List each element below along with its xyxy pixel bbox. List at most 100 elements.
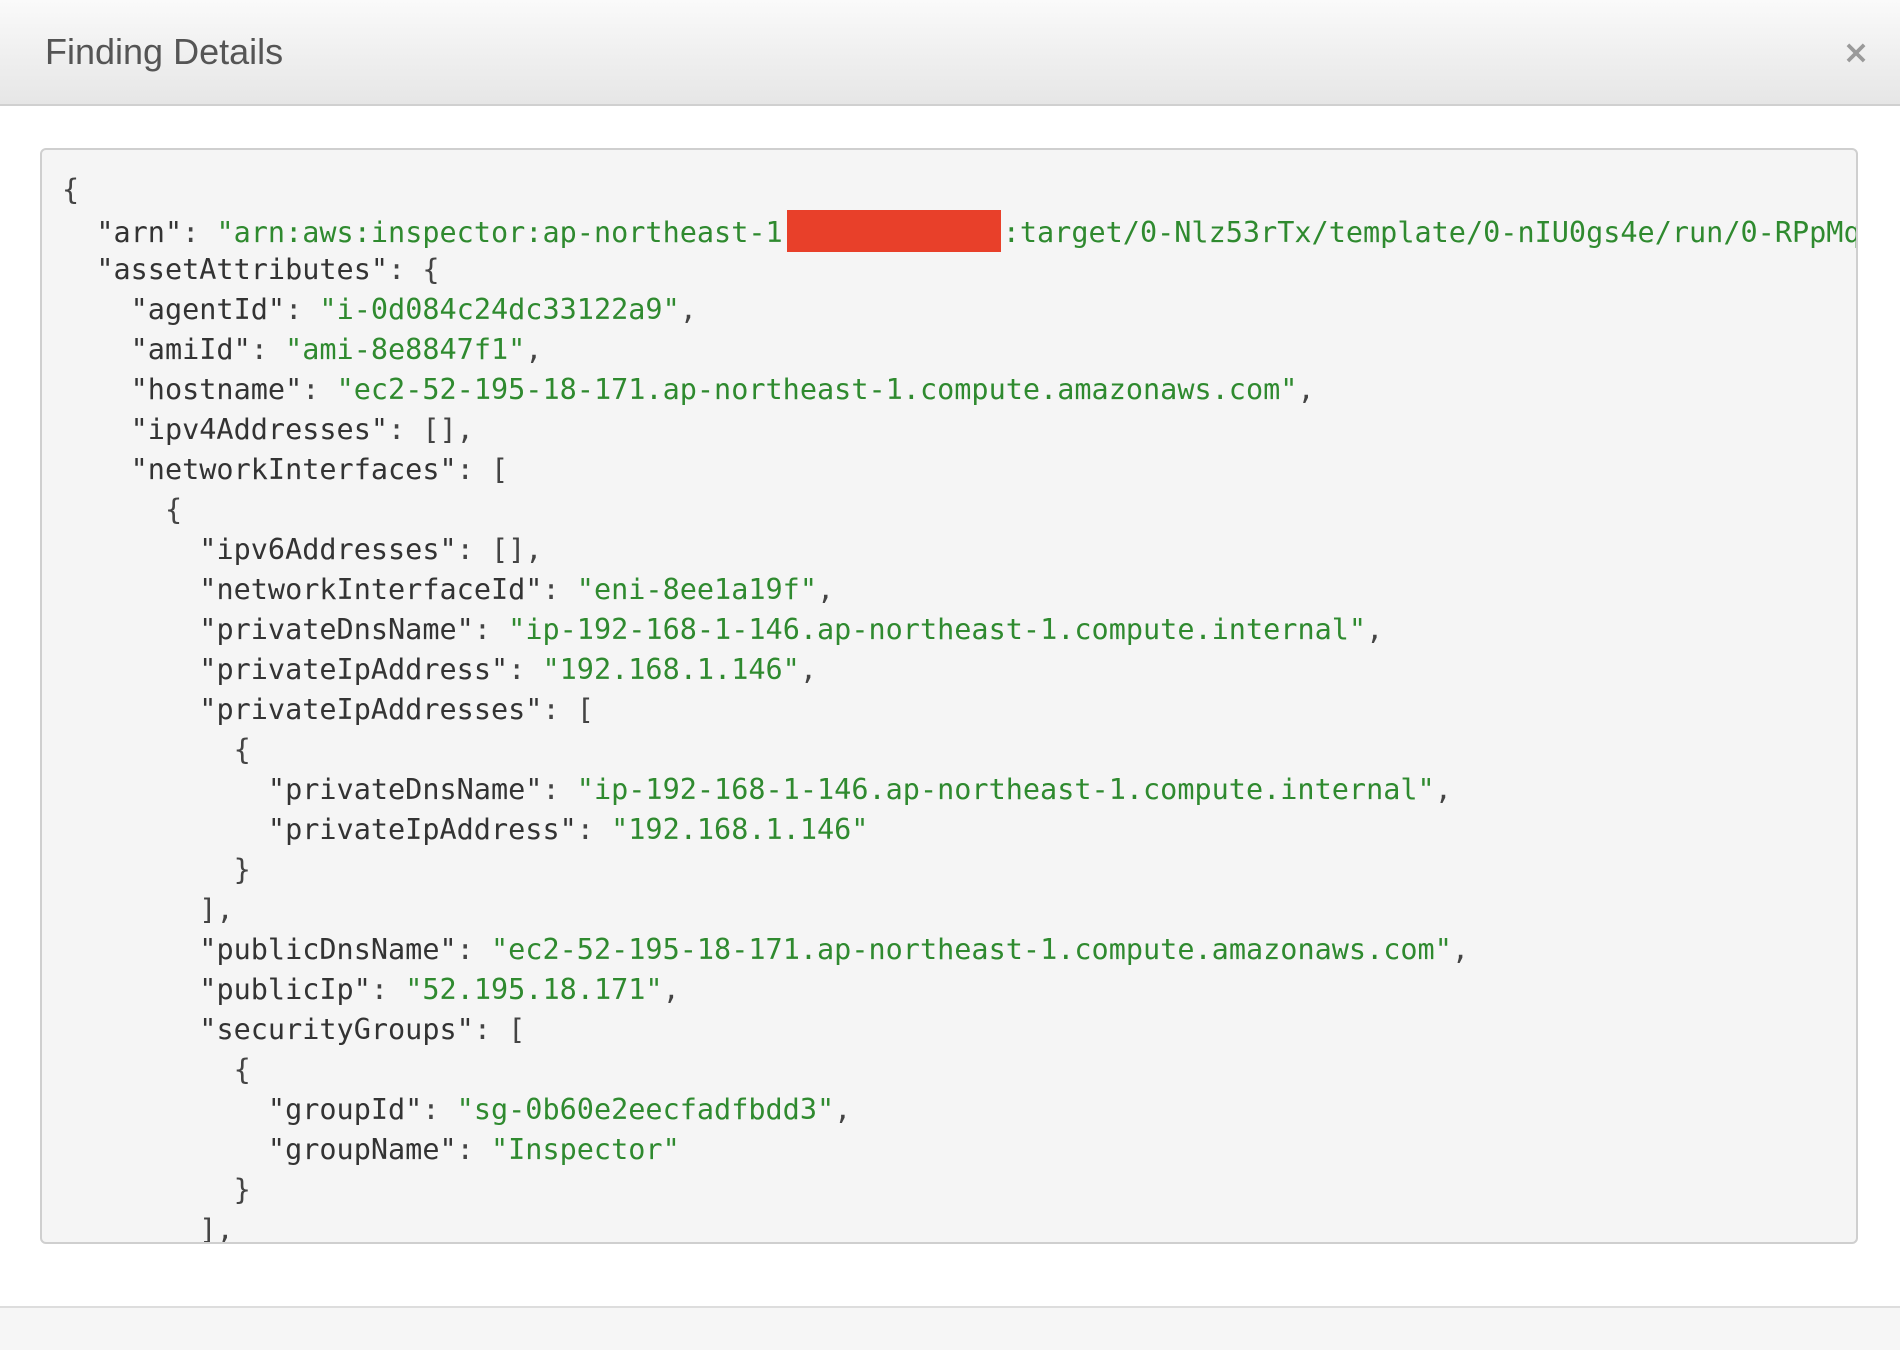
json-key: "privateDnsName" — [267, 773, 543, 806]
code-line: "privateIpAddress": "192.168.1.146" — [62, 810, 1856, 850]
json-string-value: :target/0-Nlz53rTx/template/0-nIU0gs4e/r… — [1002, 216, 1858, 249]
json-string-value: "ip-192-168-1-146.ap-northeast-1.compute… — [576, 773, 1435, 806]
json-punctuation: { — [233, 733, 251, 766]
json-punctuation: : — [285, 293, 320, 326]
json-viewer[interactable]: { "arn": "arn:aws:inspector:ap-northeast… — [40, 148, 1858, 1244]
json-punctuation: ], — [199, 1213, 234, 1244]
json-string-value: "192.168.1.146" — [542, 653, 800, 686]
json-punctuation: : — [542, 773, 577, 806]
json-punctuation: , — [1451, 933, 1470, 966]
json-key: "groupId" — [267, 1093, 423, 1126]
json-string-value: "arn:aws:inspector:ap-northeast-1 — [216, 216, 783, 249]
json-punctuation: : — [473, 613, 509, 646]
json-punctuation: , — [1297, 373, 1315, 406]
json-key: "networkInterfaceId" — [199, 573, 543, 606]
json-key: "ipv4Addresses" — [130, 413, 389, 446]
json-punctuation: : — [182, 216, 217, 249]
code-line: "publicDnsName": "ec2-52-195-18-171.ap-n… — [62, 930, 1856, 970]
code-line: { — [62, 730, 1856, 770]
json-punctuation: : — [370, 973, 406, 1006]
json-punctuation: : { — [388, 253, 440, 286]
close-icon[interactable]: × — [1836, 32, 1876, 72]
json-string-value: "ami-8e8847f1" — [285, 333, 526, 366]
code-line: "ipv6Addresses": [], — [62, 530, 1856, 570]
json-punctuation: , — [817, 573, 835, 606]
json-punctuation: : — [456, 1133, 491, 1166]
json-punctuation: , — [662, 973, 680, 1006]
code-line: "privateDnsName": "ip-192-168-1-146.ap-n… — [62, 770, 1856, 810]
json-string-value: "52.195.18.171" — [405, 973, 663, 1006]
json-punctuation: : [ — [456, 453, 509, 486]
json-string-value: "i-0d084c24dc33122a9" — [319, 293, 680, 326]
json-key: "networkInterfaces" — [130, 453, 457, 486]
json-string-value: "ec2-52-195-18-171.ap-northeast-1.comput… — [491, 933, 1452, 966]
json-string-value: "sg-0b60e2eecfadfbdd3" — [456, 1093, 835, 1126]
code-line: "amiId": "ami-8e8847f1", — [62, 330, 1856, 370]
json-punctuation: : — [456, 933, 491, 966]
json-punctuation: , — [525, 333, 543, 366]
json-key: "arn" — [96, 216, 183, 249]
json-punctuation: , — [834, 1093, 852, 1126]
code-line: ], — [62, 1210, 1856, 1244]
json-string-value: "Inspector" — [490, 1133, 680, 1166]
json-key: "publicIp" — [199, 973, 371, 1006]
json-string-value: "ip-192-168-1-146.ap-northeast-1.compute… — [508, 613, 1367, 646]
json-punctuation: { — [164, 493, 183, 526]
json-punctuation: } — [233, 853, 251, 886]
code-line: "ipv4Addresses": [], — [62, 410, 1856, 450]
json-punctuation: : [ — [542, 693, 594, 726]
json-punctuation: : [ — [473, 1013, 526, 1046]
json-key: "privateIpAddress" — [267, 813, 577, 846]
code-line: "privateDnsName": "ip-192-168-1-146.ap-n… — [62, 610, 1856, 650]
code-line: "arn": "arn:aws:inspector:ap-northeast-1… — [62, 210, 1858, 252]
code-line: { — [62, 1050, 1856, 1090]
json-punctuation: ], — [199, 893, 234, 926]
json-punctuation: , — [679, 293, 697, 326]
code-line: "groupId": "sg-0b60e2eecfadfbdd3", — [62, 1090, 1856, 1130]
json-punctuation: : — [422, 1093, 457, 1126]
code-line: "agentId": "i-0d084c24dc33122a9", — [62, 290, 1856, 330]
json-key: "amiId" — [130, 333, 251, 366]
finding-details-dialog: Finding Details × { "arn": "arn:aws:insp… — [0, 0, 1900, 1350]
json-key: "publicDnsName" — [199, 933, 457, 966]
json-punctuation: : — [542, 573, 577, 606]
code-line: "privateIpAddresses": [ — [62, 690, 1856, 730]
code-line: "assetAttributes": { — [62, 250, 1856, 290]
json-punctuation: : — [508, 653, 543, 686]
code-line: ], — [62, 890, 1856, 930]
json-string-value: "eni-8ee1a19f" — [576, 573, 817, 606]
dialog-body: { "arn": "arn:aws:inspector:ap-northeast… — [0, 106, 1900, 1306]
code-line: } — [62, 1170, 1856, 1210]
json-key: "securityGroups" — [199, 1013, 474, 1046]
json-key: "agentId" — [130, 293, 286, 326]
code-line: "privateIpAddress": "192.168.1.146", — [62, 650, 1856, 690]
json-punctuation: , — [1366, 613, 1384, 646]
json-punctuation: : — [302, 373, 337, 406]
code-line: "publicIp": "52.195.18.171", — [62, 970, 1856, 1010]
json-key: "privateIpAddress" — [199, 653, 509, 686]
code-line: { — [62, 490, 1856, 530]
json-key: "hostname" — [130, 373, 303, 406]
dialog-footer — [0, 1306, 1900, 1350]
